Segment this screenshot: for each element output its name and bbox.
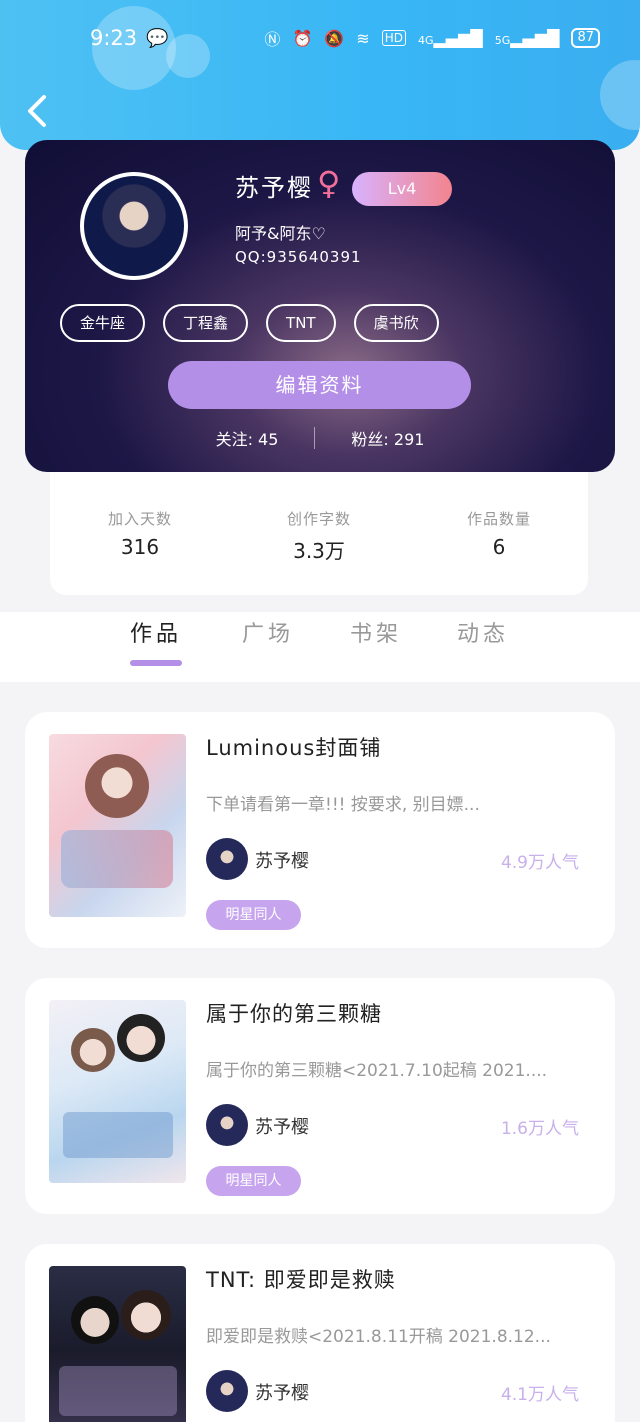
top-app-bar: 9:23 💬 Ⓝ ⏰ 🔕 ≋ HD 4G▂▄▆█ 5G▂▄▆█ 87 — [0, 0, 640, 150]
avatar[interactable] — [80, 172, 188, 280]
profile-header: 苏予樱 ♀ Lv4 阿予&阿东♡ QQ:935640391 金牛座 丁程鑫 TN… — [25, 140, 615, 472]
cover-decor — [59, 1366, 177, 1416]
status-time: 9:23 — [90, 26, 138, 50]
work-card[interactable]: 属于你的第三颗糖 属于你的第三颗糖<2021.7.10起稿 2021.... 苏… — [25, 978, 615, 1214]
work-title[interactable]: TNT: 即爱即是救赎 — [206, 1264, 396, 1294]
profile-tag[interactable]: 金牛座 — [60, 304, 146, 342]
book-cover[interactable] — [49, 1266, 186, 1422]
work-card[interactable]: TNT: 即爱即是救赎 即爱即是救赎<2021.8.11开稿 2021.8.12… — [25, 1244, 615, 1422]
profile-tag[interactable]: 丁程鑫 — [163, 304, 249, 342]
tab-bookshelf[interactable]: 书架 — [350, 616, 402, 648]
follow-stats: 关注: 45 粉丝: 291 — [25, 426, 615, 450]
user-name: 苏予樱 — [235, 174, 313, 202]
book-cover[interactable] — [49, 1000, 186, 1183]
profile-tag[interactable]: 虞书欣 — [353, 304, 439, 342]
tab-bar: 作品 广场 书架 动态 — [0, 612, 640, 682]
cover-decor — [61, 830, 173, 888]
stat-join-days: 加入天数 316 — [70, 508, 210, 559]
tag-list: 金牛座 丁程鑫 TNT 虞书欣 — [60, 304, 439, 342]
battery-icon: 87 — [571, 28, 600, 48]
cover-decor — [63, 1112, 173, 1158]
category-tag[interactable]: 明星同人 — [206, 1166, 301, 1196]
cover-figure — [121, 1290, 171, 1340]
popularity: 4.1万人气 — [500, 1385, 579, 1405]
stat-value: 316 — [120, 535, 160, 559]
status-bar: 9:23 💬 Ⓝ ⏰ 🔕 ≋ HD 4G▂▄▆█ 5G▂▄▆█ 87 — [0, 26, 640, 56]
edit-profile-button[interactable]: 编辑资料 — [168, 361, 471, 409]
work-synopsis: 属于你的第三颗糖<2021.7.10起稿 2021.... — [206, 1061, 548, 1081]
hd-icon: HD — [381, 30, 406, 46]
tab-activity[interactable]: 动态 — [457, 616, 509, 648]
category-tag[interactable]: 明星同人 — [206, 900, 301, 930]
user-bio: 阿予&阿东♡ — [235, 224, 326, 243]
level-badge: Lv4 — [352, 172, 452, 206]
cover-figure — [117, 1014, 165, 1062]
mute-icon: 🔕 — [324, 28, 345, 48]
profile-tag[interactable]: TNT — [266, 304, 336, 342]
signal-5g-icon: 5G▂▄▆█ — [494, 28, 560, 48]
following-count[interactable]: 关注: 45 — [216, 426, 279, 450]
tab-works[interactable]: 作品 — [130, 616, 182, 648]
wifi-icon: ≋ — [356, 28, 370, 48]
author-name: 苏予樱 — [255, 851, 309, 872]
stat-label: 加入天数 — [107, 510, 172, 528]
author-avatar — [206, 1104, 248, 1146]
author-avatar — [206, 838, 248, 880]
decor-bubble — [600, 60, 640, 130]
wechat-icon: 💬 — [146, 28, 169, 49]
stat-works-count: 作品数量 6 — [429, 508, 569, 559]
stat-value: 6 — [492, 535, 506, 559]
female-gender-icon: ♀ — [317, 164, 341, 202]
cover-figure — [71, 1028, 115, 1072]
popularity: 1.6万人气 — [500, 1119, 579, 1139]
user-qq: QQ:935640391 — [235, 248, 362, 266]
author-avatar — [206, 1370, 248, 1412]
active-tab-indicator — [130, 660, 182, 666]
cover-figure — [71, 1296, 119, 1344]
tab-square[interactable]: 广场 — [242, 616, 294, 648]
stat-label: 作品数量 — [466, 510, 531, 528]
work-title[interactable]: 属于你的第三颗糖 — [206, 998, 382, 1028]
status-icons: Ⓝ ⏰ 🔕 ≋ HD 4G▂▄▆█ 5G▂▄▆█ 87 — [264, 26, 600, 50]
followers-count[interactable]: 粉丝: 291 — [351, 426, 424, 450]
alarm-icon: ⏰ — [292, 28, 313, 48]
work-title[interactable]: Luminous封面铺 — [206, 732, 381, 762]
author-name: 苏予樱 — [255, 1117, 309, 1138]
stats-card: 加入天数 316 创作字数 3.3万 作品数量 6 — [50, 472, 588, 595]
work-card[interactable]: Luminous封面铺 下单请看第一章!!! 按要求, 别目嫖... 苏予樱 4… — [25, 712, 615, 948]
back-arrow-icon[interactable] — [22, 94, 52, 128]
cover-figure — [85, 754, 149, 818]
nfc-icon: Ⓝ — [264, 30, 281, 49]
stat-label: 创作字数 — [286, 510, 351, 528]
popularity: 4.9万人气 — [500, 853, 579, 873]
signal-4g-icon: 4G▂▄▆█ — [417, 28, 483, 48]
stat-word-count: 创作字数 3.3万 — [249, 508, 389, 564]
stat-value: 3.3万 — [293, 539, 345, 563]
work-synopsis: 即爱即是救赎<2021.8.11开稿 2021.8.12... — [206, 1327, 551, 1347]
work-synopsis: 下单请看第一章!!! 按要求, 别目嫖... — [206, 795, 480, 815]
author-name: 苏予樱 — [255, 1383, 309, 1404]
book-cover[interactable] — [49, 734, 186, 917]
divider — [314, 427, 316, 449]
